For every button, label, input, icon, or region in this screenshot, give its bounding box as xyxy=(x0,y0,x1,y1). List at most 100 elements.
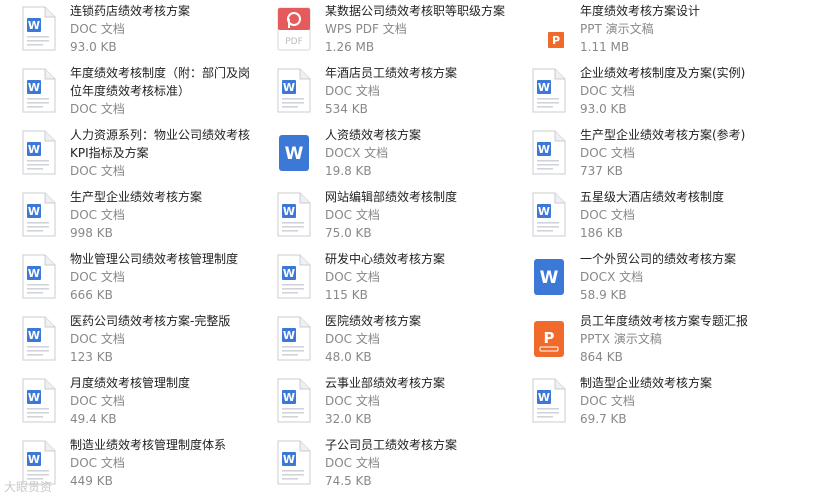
file-item[interactable]: W 月度绩效考核管理制度 DOC 文档 49.4 KB xyxy=(0,372,250,428)
file-size: 186 KB xyxy=(580,226,623,240)
svg-text:P: P xyxy=(552,34,560,47)
file-title[interactable]: 子公司员工绩效考核方案 xyxy=(325,436,515,454)
file-item[interactable]: W 医药公司绩效考核方案-完整版 DOC 文档 123 KB xyxy=(0,310,250,366)
file-item[interactable]: PDF 某数据公司绩效考核职等职级方案 WPS PDF 文档 1.26 MB xyxy=(255,0,505,56)
file-item[interactable]: P 年度绩效考核方案设计 PPT 演示文稿 1.11 MB xyxy=(510,0,760,56)
file-title[interactable]: 医药公司绩效考核方案-完整版 xyxy=(70,312,260,330)
file-size: 1.26 MB xyxy=(325,40,375,54)
word-doc-icon: W xyxy=(20,254,58,300)
watermark: 大眼贵资 xyxy=(4,480,53,494)
file-item[interactable]: W 云事业部绩效考核方案 DOC 文档 32.0 KB xyxy=(255,372,505,428)
file-size: 93.0 KB xyxy=(580,102,627,116)
file-type: DOC 文档 xyxy=(70,22,125,36)
file-item[interactable]: W 五星级大酒店绩效考核制度 DOC 文档 186 KB xyxy=(510,186,760,242)
file-title[interactable]: 人资绩效考核方案 xyxy=(325,126,515,144)
word-doc-icon: W xyxy=(275,440,313,486)
file-grid: W 连锁药店绩效考核方案 DOC 文档 93.0 KB PDF 某数据公司绩效考核职等职级… xyxy=(0,0,819,500)
file-item[interactable]: W 企业绩效考核制度及方案(实例) DOC 文档 93.0 KB xyxy=(510,62,760,118)
file-title[interactable]: 制造型企业绩效考核方案 xyxy=(580,374,770,392)
svg-text:W: W xyxy=(283,453,295,466)
file-title[interactable]: 员工年度绩效考核方案专题汇报 xyxy=(580,312,770,330)
svg-text:W: W xyxy=(540,268,559,288)
file-item[interactable]: W 年度绩效考核制度（附：部门及岗位年度绩效考核标准） DOC 文档 xyxy=(0,62,250,118)
file-title[interactable]: 生产型企业绩效考核方案 xyxy=(70,188,260,206)
file-type: DOC 文档 xyxy=(325,394,380,408)
file-type: DOC 文档 xyxy=(325,332,380,346)
svg-text:W: W xyxy=(28,391,40,404)
file-title[interactable]: 月度绩效考核管理制度 xyxy=(70,374,260,392)
file-title[interactable]: 研发中心绩效考核方案 xyxy=(325,250,515,268)
word-doc-icon: W xyxy=(275,378,313,424)
file-title[interactable]: 年度绩效考核方案设计 xyxy=(580,2,770,20)
file-size: 1.11 MB xyxy=(580,40,630,54)
file-type: DOC 文档 xyxy=(580,394,635,408)
word-doc-icon: W xyxy=(20,316,58,362)
svg-text:W: W xyxy=(538,81,550,94)
svg-text:W: W xyxy=(28,329,40,342)
file-title[interactable]: 某数据公司绩效考核职等职级方案 xyxy=(325,2,515,20)
file-item[interactable]: W 生产型企业绩效考核方案(参考) DOC 文档 737 KB xyxy=(510,124,760,180)
file-item[interactable]: W 网站编辑部绩效考核制度 DOC 文档 75.0 KB xyxy=(255,186,505,242)
file-title[interactable]: 年酒店员工绩效考核方案 xyxy=(325,64,515,82)
file-title[interactable]: 网站编辑部绩效考核制度 xyxy=(325,188,515,206)
file-title[interactable]: 制造业绩效考核管理制度体系 xyxy=(70,436,260,454)
file-type: DOC 文档 xyxy=(70,164,125,178)
svg-text:W: W xyxy=(28,267,40,280)
word-doc-icon: W xyxy=(530,192,568,238)
file-type: PPT 演示文稿 xyxy=(580,22,654,36)
file-title[interactable]: 连锁药店绩效考核方案 xyxy=(70,2,260,20)
file-size: 998 KB xyxy=(70,226,113,240)
file-type: DOC 文档 xyxy=(70,394,125,408)
file-item[interactable]: P 员工年度绩效考核方案专题汇报 PPTX 演示文稿 864 KB xyxy=(510,310,760,366)
file-title[interactable]: 人力资源系列：物业公司绩效考核KPI指标及方案 xyxy=(70,126,260,162)
file-title[interactable]: 五星级大酒店绩效考核制度 xyxy=(580,188,770,206)
word-doc-icon: W xyxy=(275,192,313,238)
svg-text:W: W xyxy=(28,19,40,32)
word-doc-icon: W xyxy=(20,192,58,238)
file-item[interactable]: W 人资绩效考核方案 DOCX 文档 19.8 KB xyxy=(255,124,505,180)
svg-text:W: W xyxy=(538,143,550,156)
file-size: 737 KB xyxy=(580,164,623,178)
word-doc-icon: W xyxy=(530,68,568,114)
file-size: 49.4 KB xyxy=(70,412,117,426)
word-doc-icon: W xyxy=(275,254,313,300)
svg-text:PDF: PDF xyxy=(285,37,303,47)
file-item[interactable]: W 医院绩效考核方案 DOC 文档 48.0 KB xyxy=(255,310,505,366)
file-title[interactable]: 一个外贸公司的绩效考核方案 xyxy=(580,250,770,268)
file-type: DOC 文档 xyxy=(70,208,125,222)
word-doc-icon: W xyxy=(20,6,58,52)
file-size: 75.0 KB xyxy=(325,226,372,240)
svg-text:P: P xyxy=(544,329,555,347)
word-docx-icon: W xyxy=(275,130,313,176)
file-item[interactable]: W 一个外贸公司的绩效考核方案 DOCX 文档 58.9 KB xyxy=(510,248,760,304)
file-item[interactable]: W 生产型企业绩效考核方案 DOC 文档 998 KB xyxy=(0,186,250,242)
file-title[interactable]: 企业绩效考核制度及方案(实例) xyxy=(580,64,770,82)
file-type: DOC 文档 xyxy=(70,270,125,284)
file-item[interactable]: W 年酒店员工绩效考核方案 DOC 文档 534 KB xyxy=(255,62,505,118)
file-item[interactable]: W 物业管理公司绩效考核管理制度 DOC 文档 666 KB xyxy=(0,248,250,304)
word-doc-icon: W xyxy=(20,378,58,424)
file-title[interactable]: 生产型企业绩效考核方案(参考) xyxy=(580,126,770,144)
file-item[interactable]: W 连锁药店绩效考核方案 DOC 文档 93.0 KB xyxy=(0,0,250,56)
file-size: 69.7 KB xyxy=(580,412,627,426)
file-title[interactable]: 医院绩效考核方案 xyxy=(325,312,515,330)
svg-text:W: W xyxy=(283,391,295,404)
svg-text:W: W xyxy=(283,205,295,218)
svg-text:W: W xyxy=(28,205,40,218)
file-title[interactable]: 云事业部绩效考核方案 xyxy=(325,374,515,392)
svg-text:W: W xyxy=(285,144,304,164)
file-size: 666 KB xyxy=(70,288,113,302)
file-title[interactable]: 年度绩效考核制度（附：部门及岗位年度绩效考核标准） xyxy=(70,64,260,100)
file-size: 74.5 KB xyxy=(325,474,372,488)
svg-text:W: W xyxy=(283,81,295,94)
file-item[interactable]: W 研发中心绩效考核方案 DOC 文档 115 KB xyxy=(255,248,505,304)
file-type: DOC 文档 xyxy=(70,102,125,116)
file-size: 19.8 KB xyxy=(325,164,372,178)
file-item[interactable]: W 制造型企业绩效考核方案 DOC 文档 69.7 KB xyxy=(510,372,760,428)
file-item[interactable]: W 子公司员工绩效考核方案 DOC 文档 74.5 KB xyxy=(255,434,505,490)
svg-text:W: W xyxy=(538,391,550,404)
svg-text:W: W xyxy=(538,205,550,218)
file-item[interactable]: W 人力资源系列：物业公司绩效考核KPI指标及方案 DOC 文档 xyxy=(0,124,250,180)
file-title[interactable]: 物业管理公司绩效考核管理制度 xyxy=(70,250,260,268)
svg-text:W: W xyxy=(28,143,40,156)
